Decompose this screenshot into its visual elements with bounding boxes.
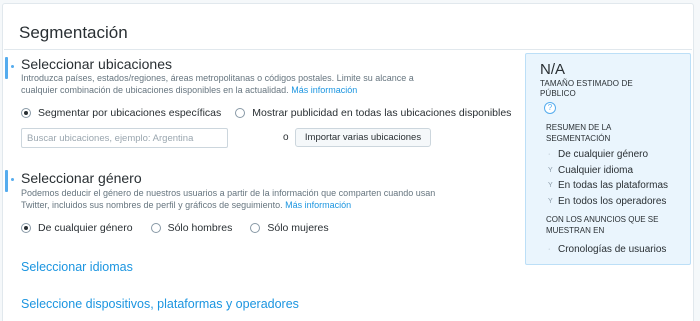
gender-more-info-link[interactable]: Más información [285, 200, 351, 210]
placement-item: · Cronologías de usuarios [548, 242, 666, 258]
radio-label: Sólo mujeres [267, 222, 329, 234]
locations-description: Introduzca países, estados/regiones, áre… [21, 73, 451, 96]
section-marker-locations [5, 57, 14, 79]
section-marker-gender [5, 170, 14, 192]
radio-button[interactable] [250, 223, 261, 233]
radio-button[interactable] [21, 223, 31, 233]
targeting-summary-list: · De cualquier género Y Cualquier idioma Y… [548, 147, 668, 209]
radio-specific-locations[interactable]: Segmentar por ubicaciones específicas [21, 107, 221, 119]
radio-women-only[interactable]: Sólo mujeres [250, 222, 329, 234]
gender-title: Seleccionar género [21, 170, 142, 186]
bullet-icon: · [548, 246, 551, 253]
summary-item: · De cualquier género [548, 147, 668, 163]
placements-title: CON LOS ANUNCIOS QUE SE MUESTRAN EN [546, 215, 659, 235]
locations-options: Segmentar por ubicaciones específicas Mo… [21, 107, 511, 119]
radio-button[interactable] [235, 108, 246, 118]
radio-button[interactable] [150, 223, 161, 233]
radio-label: Mostrar publicidad en todas las ubicacio… [252, 107, 512, 119]
locations-title: Seleccionar ubicaciones [21, 56, 172, 72]
gender-description: Podemos deducir el género de nuestros us… [21, 188, 451, 211]
import-locations-button[interactable]: Importar varias ubicaciones [295, 128, 431, 147]
gender-description-text: Podemos deducir el género de nuestros us… [21, 188, 436, 210]
summary-item: Y En todos los operadores [548, 194, 668, 210]
summary-item: Y En todas las plataformas [548, 178, 668, 194]
targeting-summary-title: RESUMEN DE LA SEGMENTACIÓN [546, 123, 611, 143]
radio-any-gender[interactable]: De cualquier género [21, 222, 133, 234]
gender-options: De cualquier género Sólo hombres Sólo mu… [21, 222, 329, 234]
radio-all-locations[interactable]: Mostrar publicidad en todas las ubicacio… [235, 107, 511, 119]
page-title: Segmentación [19, 23, 128, 42]
audience-estimate-value: N/A [540, 61, 566, 78]
title-divider [4, 49, 692, 50]
radio-label: Sólo hombres [167, 222, 233, 234]
summary-item: Y Cualquier idioma [548, 163, 668, 179]
location-search-input[interactable] [21, 128, 228, 148]
bullet-icon: Y [548, 197, 553, 205]
locations-more-info-link[interactable]: Más información [291, 85, 357, 95]
radio-label: Segmentar por ubicaciones específicas [38, 107, 222, 119]
placements-list: · Cronologías de usuarios [548, 242, 666, 258]
audience-estimate-label: TAMAÑO ESTIMADO DE PÚBLICO [540, 79, 633, 98]
select-devices-link[interactable]: Seleccione dispositivos, plataformas y o… [21, 297, 299, 311]
bullet-icon: Y [548, 182, 553, 189]
radio-button[interactable] [21, 108, 31, 118]
radio-label: De cualquier género [38, 222, 133, 234]
radio-men-only[interactable]: Sólo hombres [150, 222, 233, 234]
bullet-icon: Y [548, 166, 553, 174]
or-text: o [283, 132, 289, 143]
select-languages-link[interactable]: Seleccionar idiomas [21, 260, 133, 274]
audience-summary-panel: N/A TAMAÑO ESTIMADO DE PÚBLICO ? RESUMEN… [525, 53, 691, 265]
help-icon[interactable]: ? [544, 102, 556, 114]
bullet-icon: · [548, 151, 551, 158]
targeting-card: Segmentación Seleccionar ubicaciones Int… [2, 3, 694, 321]
